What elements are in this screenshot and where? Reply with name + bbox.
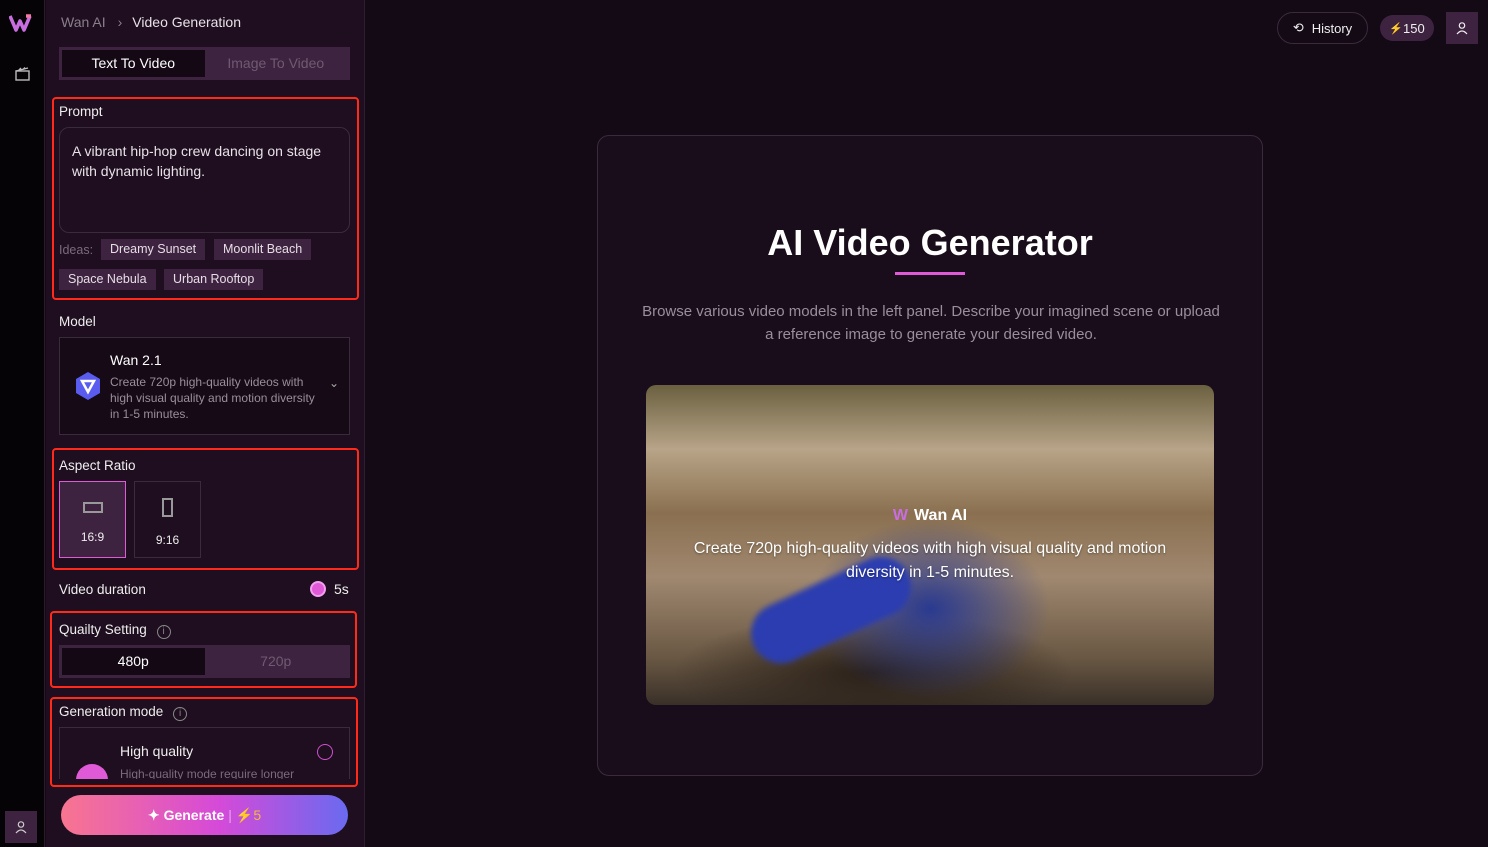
wan-model-icon [76, 372, 100, 400]
idea-chip[interactable]: Space Nebula [59, 269, 156, 290]
breadcrumb-root[interactable]: Wan AI [61, 14, 106, 30]
wan-logo[interactable] [9, 13, 35, 33]
generate-button[interactable]: ✦ Generate | ⚡ 5 [61, 795, 348, 835]
generation-panel: Wan AI › Video Generation Text To Video Im… [46, 0, 365, 847]
page-title: AI Video Generator [767, 222, 1093, 263]
model-description: Create 720p high-quality videos with hig… [110, 375, 315, 421]
history-label: History [1311, 20, 1353, 36]
user-icon [15, 821, 27, 834]
mode-title: High quality [120, 743, 194, 759]
idea-chip[interactable]: Urban Rooftop [164, 269, 264, 290]
generation-mode-label: Generation mode i [59, 704, 188, 721]
chevron-right-icon: › [117, 14, 123, 30]
chevron-down-icon: ⌄ [328, 376, 339, 390]
profile-button[interactable] [1446, 12, 1478, 44]
generation-mode-label-text: Generation mode [59, 704, 164, 719]
mode-tabs: Text To Video Image To Video [59, 47, 350, 80]
preview-caption: Create 720p high-quality videos with hig… [693, 540, 1167, 581]
quality-selector: 480p 720p [59, 645, 350, 678]
page-subtitle: Browse various video models in the left … [642, 303, 1220, 343]
aspect-ratio-label: Aspect Ratio [59, 458, 136, 473]
mode-radio[interactable] [317, 744, 333, 760]
credits-badge[interactable]: ⚡ 150 [1380, 15, 1434, 41]
tab-image-to-video[interactable]: Image To Video [205, 50, 348, 77]
duration-slider-handle[interactable] [310, 581, 326, 597]
model-select[interactable]: Wan 2.1 Create 720p high-quality videos … [59, 337, 350, 435]
quality-label-text: Quailty Setting [59, 622, 147, 637]
breadcrumb-current: Video Generation [132, 14, 242, 30]
quality-720p[interactable]: 720p [205, 648, 348, 675]
preview-video[interactable]: W Wan AI Create 720p high-quality videos … [646, 385, 1214, 705]
idea-chip[interactable]: Dreamy Sunset [101, 239, 206, 260]
model-name: Wan 2.1 [110, 352, 162, 368]
model-label: Model [59, 314, 96, 329]
wan-logo: W [892, 507, 909, 524]
tab-text-to-video[interactable]: Text To Video [62, 50, 205, 77]
aspect-16-9-option[interactable]: 16:9 [59, 481, 126, 558]
user-icon [1456, 22, 1468, 35]
generate-cost: 5 [253, 807, 262, 823]
title-underline [895, 272, 965, 275]
aspect-9-16-label: 9:16 [155, 533, 180, 547]
ideas-label: Ideas: [59, 243, 94, 257]
prompt-label: Prompt [59, 104, 103, 119]
aspect-16-9-label: 16:9 [80, 530, 105, 544]
generate-label: Generate [163, 807, 225, 823]
duration-value: 5s [334, 581, 349, 597]
prompt-textarea[interactable]: A vibrant hip-hop crew dancing on stage … [59, 127, 350, 233]
portrait-icon [162, 498, 173, 517]
preview-brand-text: Wan AI [914, 507, 968, 524]
info-icon[interactable]: i [156, 625, 171, 639]
history-icon: ⟲ [1292, 20, 1304, 35]
mode-description: High-quality mode require longer [120, 767, 295, 779]
bolt-icon: ⚡ [1389, 22, 1403, 35]
bolt-icon: ⚡ [235, 806, 254, 823]
video-clapper-icon[interactable] [14, 65, 31, 82]
generation-mode-option[interactable]: High quality High-quality mode require l… [59, 727, 350, 779]
icon-rail [0, 0, 45, 847]
quality-480p[interactable]: 480p [62, 648, 205, 675]
aspect-9-16-option[interactable]: 9:16 [134, 481, 201, 558]
history-button[interactable]: ⟲ History [1277, 12, 1368, 44]
quality-label: Quailty Setting i [59, 622, 171, 639]
user-account-button[interactable] [5, 811, 37, 843]
intro-card: AI Video Generator Browse various video … [597, 135, 1263, 776]
high-quality-icon [76, 764, 108, 779]
landscape-icon [82, 502, 103, 513]
duration-label: Video duration [59, 582, 146, 597]
info-icon[interactable]: i [173, 707, 188, 721]
preview-brand: W Wan AI [646, 507, 1214, 525]
divider: | [228, 807, 232, 823]
idea-chip[interactable]: Moonlit Beach [214, 239, 312, 260]
sparkle-icon: ✦ [147, 806, 160, 823]
credits-value: 150 [1403, 20, 1425, 36]
breadcrumb: Wan AI › Video Generation [61, 14, 241, 30]
